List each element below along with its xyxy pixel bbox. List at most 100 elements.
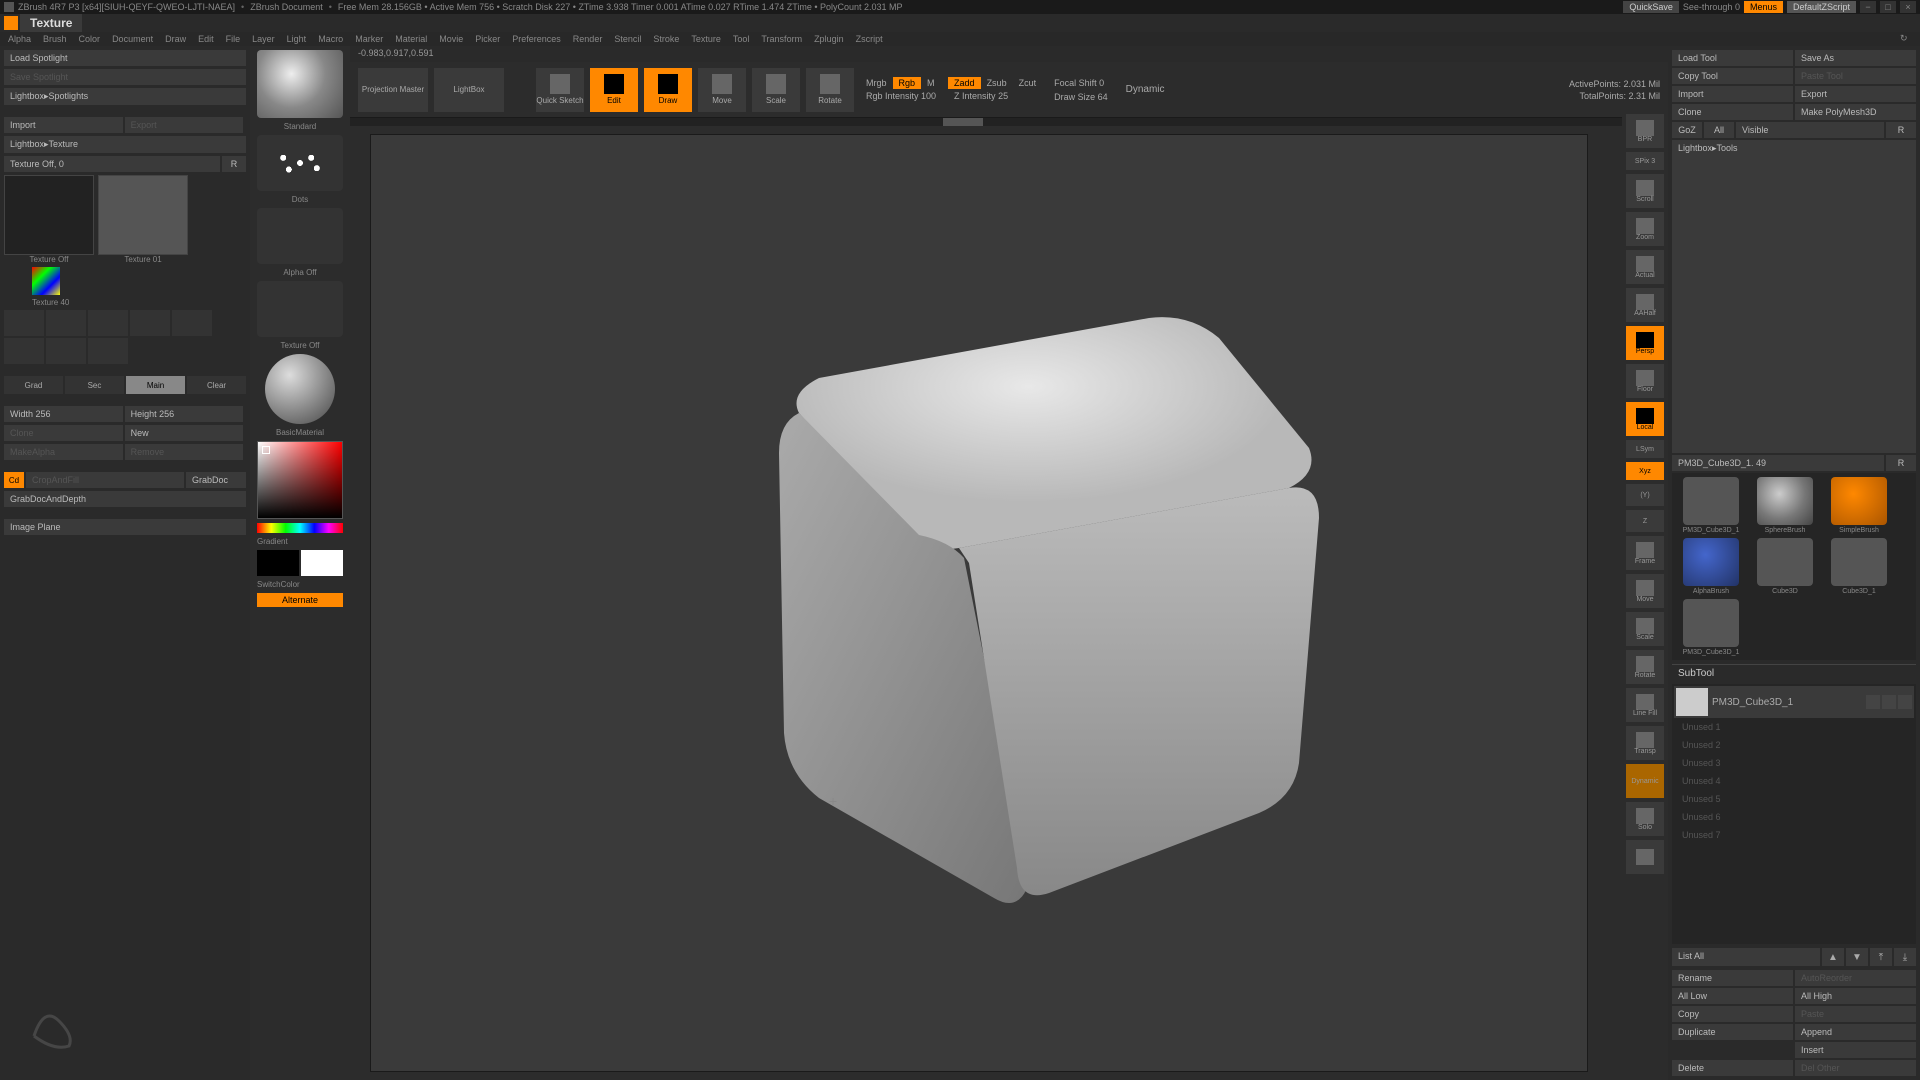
mrgb-button[interactable]: Mrgb bbox=[860, 77, 893, 89]
gutter-rotate-button[interactable]: Rotate bbox=[1626, 650, 1664, 684]
cd-badge[interactable]: Cd bbox=[4, 472, 24, 488]
copy-subtool-button[interactable]: Copy bbox=[1672, 1006, 1793, 1022]
copy-tool-button[interactable]: Copy Tool bbox=[1672, 68, 1793, 84]
eye-icon[interactable] bbox=[1866, 695, 1880, 709]
move-bottom-icon[interactable]: ⤓ bbox=[1894, 948, 1916, 966]
make-polymesh-button[interactable]: Make PolyMesh3D bbox=[1795, 104, 1916, 120]
menu-zscript[interactable]: Zscript bbox=[856, 34, 883, 44]
lightbox-button[interactable]: LightBox bbox=[434, 68, 504, 112]
draw-button[interactable]: Draw bbox=[644, 68, 692, 112]
menu-texture[interactable]: Texture bbox=[691, 34, 721, 44]
menu-brush[interactable]: Brush bbox=[43, 34, 67, 44]
transp-button[interactable]: Transp bbox=[1626, 726, 1664, 760]
tex-tool-6[interactable] bbox=[4, 338, 44, 364]
color-picker[interactable] bbox=[257, 441, 343, 519]
menu-alpha[interactable]: Alpha bbox=[8, 34, 31, 44]
menu-transform[interactable]: Transform bbox=[761, 34, 802, 44]
menu-stroke[interactable]: Stroke bbox=[653, 34, 679, 44]
move-button[interactable]: Move bbox=[698, 68, 746, 112]
polyframe-button[interactable] bbox=[1626, 840, 1664, 874]
y-button[interactable]: (Y) bbox=[1626, 484, 1664, 506]
tool-item-alphabrush[interactable]: AlphaBrush bbox=[1676, 538, 1746, 595]
edit-button[interactable]: Edit bbox=[590, 68, 638, 112]
tex-tool-7[interactable] bbox=[46, 338, 86, 364]
seethrough-slider[interactable]: See-through 0 bbox=[1683, 2, 1740, 12]
append-button[interactable]: Append bbox=[1795, 1024, 1916, 1040]
z-intensity-slider[interactable]: Z Intensity 25 bbox=[948, 90, 1042, 102]
lsym-button[interactable]: LSym bbox=[1626, 440, 1664, 458]
floor-button[interactable]: Floor bbox=[1626, 364, 1664, 398]
gutter-move-button[interactable]: Move bbox=[1626, 574, 1664, 608]
m-button[interactable]: M bbox=[921, 77, 941, 89]
gutter-scale-button[interactable]: Scale bbox=[1626, 612, 1664, 646]
close-icon[interactable]: × bbox=[1900, 1, 1916, 13]
menu-layer[interactable]: Layer bbox=[252, 34, 275, 44]
tex-tool-1[interactable] bbox=[4, 310, 44, 336]
texture-off-button[interactable]: Texture Off, 0 bbox=[4, 156, 220, 172]
goz-button[interactable]: GoZ bbox=[1672, 122, 1702, 138]
menu-zplugin[interactable]: Zplugin bbox=[814, 34, 844, 44]
3d-viewport[interactable] bbox=[370, 134, 1588, 1072]
alternate-button[interactable]: Alternate bbox=[257, 593, 343, 607]
switchcolor-button[interactable]: SwitchColor bbox=[257, 580, 343, 589]
menu-file[interactable]: File bbox=[226, 34, 241, 44]
frame-button[interactable]: Frame bbox=[1626, 536, 1664, 570]
all-high-button[interactable]: All High bbox=[1795, 988, 1916, 1004]
menu-draw[interactable]: Draw bbox=[165, 34, 186, 44]
import-button[interactable]: Import bbox=[4, 117, 123, 133]
bpr-button[interactable]: BPR bbox=[1626, 114, 1664, 148]
focal-shift-slider[interactable]: Focal Shift 0 bbox=[1048, 77, 1114, 89]
main-button[interactable]: Main bbox=[126, 376, 185, 394]
rotate-button[interactable]: Rotate bbox=[806, 68, 854, 112]
menu-document[interactable]: Document bbox=[112, 34, 153, 44]
maximize-icon[interactable]: □ bbox=[1880, 1, 1896, 13]
gradient-label[interactable]: Gradient bbox=[257, 537, 343, 546]
menu-marker[interactable]: Marker bbox=[355, 34, 383, 44]
minimize-icon[interactable]: − bbox=[1860, 1, 1876, 13]
zadd-button[interactable]: Zadd bbox=[948, 77, 981, 89]
texture-r-button[interactable]: R bbox=[222, 156, 246, 172]
tool-item-simplebrush[interactable]: SimpleBrush bbox=[1824, 477, 1894, 534]
restore-icon[interactable]: ↻ bbox=[1900, 33, 1912, 45]
load-tool-button[interactable]: Load Tool bbox=[1672, 50, 1793, 66]
tool-r-button[interactable]: R bbox=[1886, 455, 1916, 471]
linefill-button[interactable]: Line Fill bbox=[1626, 688, 1664, 722]
menu-preferences[interactable]: Preferences bbox=[512, 34, 561, 44]
menu-light[interactable]: Light bbox=[287, 34, 307, 44]
goz-visible-button[interactable]: Visible bbox=[1736, 122, 1884, 138]
tool-item-cube3d[interactable]: Cube3D bbox=[1750, 538, 1820, 595]
tex-tool-8[interactable] bbox=[88, 338, 128, 364]
quicksketch-button[interactable]: Quick Sketch bbox=[536, 68, 584, 112]
move-up-icon[interactable]: ▲ bbox=[1822, 948, 1844, 966]
texture-color-swatch[interactable] bbox=[32, 267, 60, 295]
grad-button[interactable]: Grad bbox=[4, 376, 63, 394]
list-all-button[interactable]: List All bbox=[1672, 948, 1820, 966]
menus-button[interactable]: Menus bbox=[1744, 1, 1783, 13]
lightbox-spotlights-button[interactable]: Lightbox▸Spotlights bbox=[4, 88, 246, 105]
menu-movie[interactable]: Movie bbox=[439, 34, 463, 44]
rgb-intensity-slider[interactable]: Rgb Intensity 100 bbox=[860, 90, 942, 102]
menu-tool[interactable]: Tool bbox=[733, 34, 750, 44]
local-button[interactable]: Local bbox=[1626, 402, 1664, 436]
sec-button[interactable]: Sec bbox=[65, 376, 124, 394]
goz-all-button[interactable]: All bbox=[1704, 122, 1734, 138]
import-tool-button[interactable]: Import bbox=[1672, 86, 1793, 102]
delete-button[interactable]: Delete bbox=[1672, 1060, 1793, 1076]
height-slider[interactable]: Height 256 bbox=[125, 406, 244, 422]
brush-thumb-standard[interactable] bbox=[257, 50, 343, 118]
export-tool-button[interactable]: Export bbox=[1795, 86, 1916, 102]
duplicate-button[interactable]: Duplicate bbox=[1672, 1024, 1793, 1040]
spix-slider[interactable]: SPix 3 bbox=[1626, 152, 1664, 170]
tool-item-pm3d-cube[interactable]: PM3D_Cube3D_1 bbox=[1676, 599, 1746, 656]
canvas-scrollbar[interactable] bbox=[350, 118, 1668, 126]
grabdoc-button[interactable]: GrabDoc bbox=[186, 472, 246, 488]
tex-tool-3[interactable] bbox=[88, 310, 128, 336]
hue-bar[interactable] bbox=[257, 523, 343, 533]
tex-tool-4[interactable] bbox=[130, 310, 170, 336]
load-spotlight-button[interactable]: Load Spotlight bbox=[4, 50, 246, 66]
zcut-button[interactable]: Zcut bbox=[1013, 77, 1043, 89]
color-swatch-white[interactable] bbox=[301, 550, 343, 576]
zsub-button[interactable]: Zsub bbox=[981, 77, 1013, 89]
grabdocdepth-button[interactable]: GrabDocAndDepth bbox=[4, 491, 246, 507]
dynamic-button[interactable]: Dynamic bbox=[1626, 764, 1664, 798]
